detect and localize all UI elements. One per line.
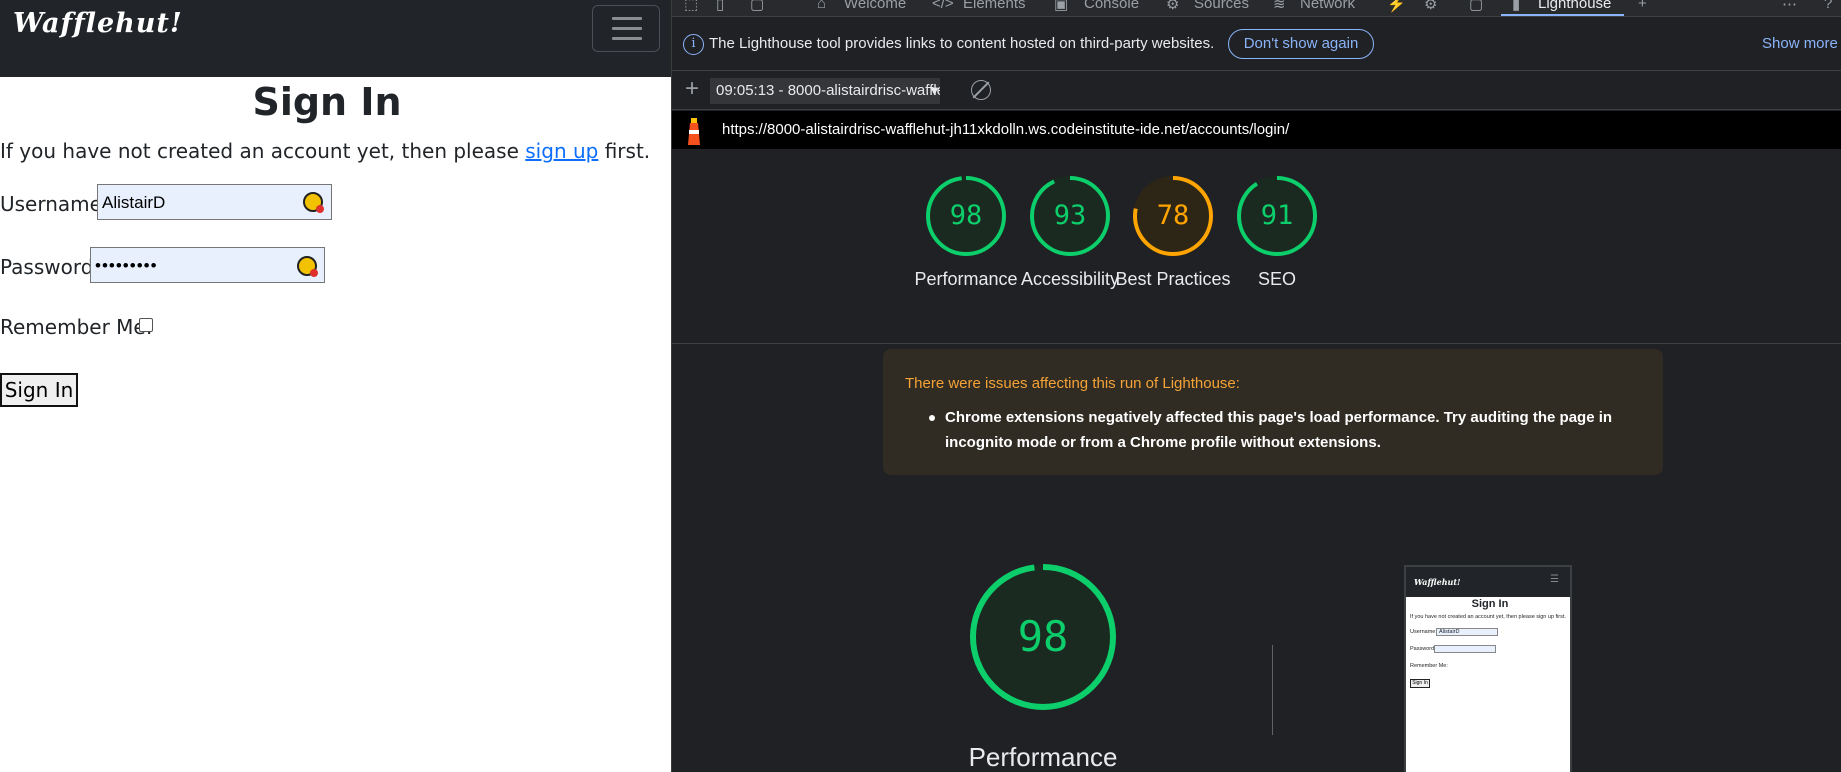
username-input[interactable]: AlistairD	[97, 184, 332, 220]
remember-me-label: Remember Me:	[0, 315, 153, 339]
sign-in-button[interactable]: Sign In	[0, 373, 78, 407]
hamburger-icon-bar	[612, 27, 642, 30]
add-tab-icon[interactable]: +	[1638, 0, 1647, 12]
thumbnail-remember-label: Remember Me:	[1410, 663, 1448, 669]
warning-item: Chrome extensions negatively affected th…	[945, 409, 1613, 451]
chevron-down-icon[interactable]: ▼	[928, 83, 941, 98]
web-page-viewport: Wafflehut! Sign In If you have not creat…	[0, 0, 671, 772]
navbar-toggler-button[interactable]	[592, 5, 660, 52]
lighthouse-icon: ▮	[1512, 0, 1521, 13]
thumbnail-username-field: AlistairD	[1436, 628, 1498, 636]
lighthouse-toolbar: + 09:05:13 - 8000-alistairdrisc-wafflehu…	[672, 72, 1841, 110]
dont-show-again-button[interactable]: Don't show again	[1228, 29, 1374, 59]
vertical-divider	[1272, 645, 1273, 735]
report-url[interactable]: https://8000-alistairdrisc-wafflehut-jh1…	[722, 121, 1289, 138]
score-value: 78	[1156, 200, 1190, 231]
score-value: 93	[1053, 200, 1087, 231]
application-icon[interactable]: ▢	[1469, 0, 1483, 13]
network-icon: ≋	[1273, 0, 1286, 13]
score-label: SEO	[1257, 269, 1296, 289]
password-value: •••••••••	[95, 256, 158, 275]
page-title: Sign In	[252, 80, 402, 124]
code-icon: </>	[932, 0, 954, 12]
device-toolbar-icon[interactable]: ▯	[716, 0, 724, 13]
signup-link[interactable]: sign up	[525, 139, 598, 163]
score-gauge-performance[interactable]: 98	[924, 174, 1008, 258]
warning-title: There were issues affecting this run of …	[905, 375, 1240, 392]
devtools-tab-bar: ⬚ ▯ ▢ ⌂ Welcome </> Elements ▣ Console ⚙…	[672, 0, 1841, 17]
username-value: AlistairD	[102, 193, 166, 212]
thumbnail-password-label: Password:	[1410, 646, 1436, 652]
page-screenshot-thumbnail[interactable]: Wafflehut! ☰ Sign In If you have not cre…	[1404, 565, 1572, 772]
clear-report-icon[interactable]	[971, 80, 991, 100]
thumbnail-password-field	[1434, 645, 1496, 653]
info-text: The Lighthouse tool provides links to co…	[709, 35, 1215, 52]
tab-elements[interactable]: Elements	[963, 0, 1026, 12]
tab-lighthouse[interactable]: Lighthouse	[1538, 0, 1611, 12]
signup-prompt: If you have not created an account yet, …	[0, 139, 650, 163]
inspect-element-icon[interactable]: ⬚	[684, 0, 698, 13]
sources-icon: ⚙	[1166, 0, 1180, 13]
thumbnail-username-label: Username:	[1410, 629, 1437, 635]
tab-network[interactable]: Network	[1300, 0, 1355, 12]
score-value: 98	[949, 200, 983, 231]
score-gauge-accessibility[interactable]: 93	[1028, 174, 1112, 258]
tab-welcome[interactable]: Welcome	[844, 0, 906, 12]
gear-icon[interactable]: ⚙	[1424, 0, 1437, 13]
bullet-icon	[929, 415, 935, 421]
info-icon: i	[683, 34, 704, 55]
performance-big-score: 98	[1017, 612, 1069, 661]
thumbnail-intro: If you have not created an account yet, …	[1410, 614, 1566, 620]
report-url-bar: https://8000-alistairdrisc-wafflehut-jh1…	[672, 111, 1841, 149]
warning-box: There were issues affecting this run of …	[883, 349, 1663, 475]
score-gauge-seo[interactable]: 91	[1235, 174, 1319, 258]
console-icon: ▣	[1054, 0, 1069, 13]
brand-logo[interactable]: Wafflehut!	[13, 8, 183, 39]
lighthouse-logo-icon	[688, 118, 700, 145]
password-input[interactable]: •••••••••	[90, 247, 325, 283]
active-tab-indicator	[1501, 14, 1624, 16]
score-value: 91	[1260, 200, 1294, 231]
hamburger-icon	[612, 17, 642, 20]
remember-me-checkbox[interactable]	[139, 318, 153, 332]
navbar: Wafflehut!	[0, 0, 671, 77]
username-label: Username:	[0, 192, 109, 216]
signup-prompt-suffix: first.	[598, 139, 651, 163]
thumbnail-title: Sign In	[1471, 598, 1509, 610]
password-manager-icon[interactable]	[297, 256, 318, 277]
hamburger-icon-bar	[612, 37, 642, 40]
signup-prompt-prefix: If you have not created an account yet, …	[0, 139, 526, 163]
new-report-icon[interactable]: +	[685, 75, 699, 103]
report-select[interactable]: 09:05:13 - 8000-alistairdrisc-wafflehut	[710, 78, 940, 104]
thumbnail-navbar: Wafflehut! ☰	[1406, 567, 1570, 597]
performance-big-label: Performance	[968, 742, 1118, 772]
thumbnail-sign-in-button: Sign In	[1410, 679, 1430, 688]
performance-icon[interactable]: ⚡	[1387, 0, 1406, 13]
help-icon[interactable]: ?	[1824, 0, 1832, 12]
tab-sources[interactable]: Sources	[1194, 0, 1249, 12]
score-gauge-best-practices[interactable]: 78	[1131, 174, 1215, 258]
home-icon: ⌂	[817, 0, 827, 12]
show-more-link[interactable]: Show more	[1762, 35, 1838, 52]
thumbnail-hamburger-icon: ☰	[1550, 574, 1559, 585]
password-manager-icon[interactable]	[303, 192, 324, 213]
thumbnail-username-value: AlistairD	[1439, 629, 1460, 635]
tab-console[interactable]: Console	[1084, 0, 1139, 12]
info-bar: i The Lighthouse tool provides links to …	[672, 18, 1841, 71]
devtools-panel: ⬚ ▯ ▢ ⌂ Welcome </> Elements ▣ Console ⚙…	[671, 0, 1841, 772]
thumbnail-brand: Wafflehut!	[1414, 577, 1461, 587]
divider	[672, 343, 1841, 344]
dock-icon[interactable]: ▢	[750, 0, 764, 13]
more-options-icon[interactable]: ⋯	[1782, 0, 1797, 13]
password-label: Password:	[0, 255, 101, 279]
